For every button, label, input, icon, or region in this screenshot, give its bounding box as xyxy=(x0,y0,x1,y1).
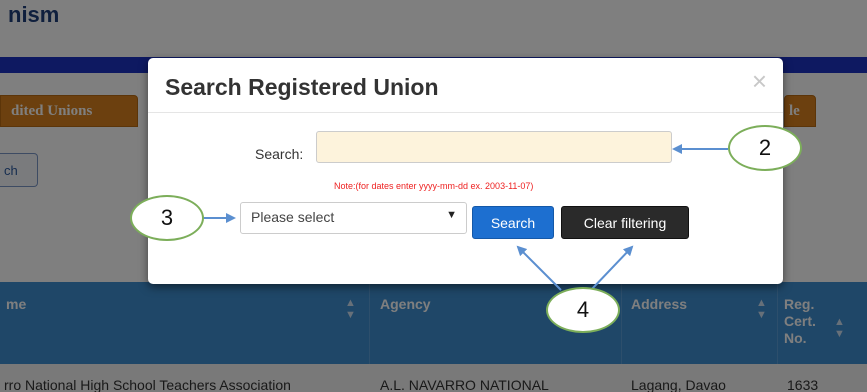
callout-3: 3 xyxy=(130,195,204,241)
caret-down-icon: ▼ xyxy=(446,209,457,221)
clear-filtering-button[interactable]: Clear filtering xyxy=(561,206,689,239)
modal-title: Search Registered Union xyxy=(165,74,439,100)
close-icon[interactable]: × xyxy=(752,68,767,94)
callout-2: 2 xyxy=(728,125,802,171)
date-format-note: Note:(for dates enter yyyy-mm-dd ex. 200… xyxy=(334,181,534,191)
search-input[interactable] xyxy=(316,131,672,163)
search-label: Search: xyxy=(255,146,304,162)
callout-4: 4 xyxy=(546,287,620,333)
modal-header: Search Registered Union × xyxy=(148,58,783,113)
search-modal: Search Registered Union × Search: Note:(… xyxy=(148,58,783,284)
select-value: Please select xyxy=(251,209,335,225)
field-select[interactable]: Please select ▼ xyxy=(240,202,467,234)
search-button[interactable]: Search xyxy=(472,206,554,239)
